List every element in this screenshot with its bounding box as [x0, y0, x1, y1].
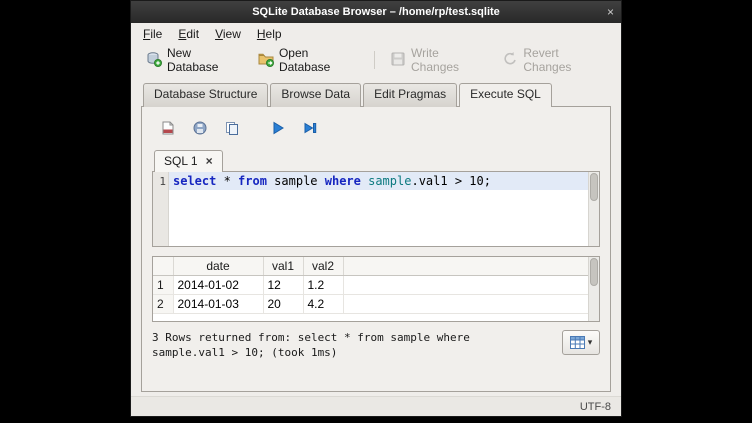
revert-changes-label: Revert Changes — [523, 46, 606, 74]
sql-token: where — [325, 174, 361, 188]
write-changes-button[interactable]: Write Changes — [383, 42, 493, 78]
execute-sql-button[interactable] — [266, 117, 290, 139]
save-sql-file-button[interactable] — [188, 117, 212, 139]
tab-label: Database Structure — [154, 87, 257, 101]
copy-button[interactable] — [220, 117, 244, 139]
revert-changes-button[interactable]: Revert Changes — [495, 42, 613, 78]
toolbar-separator — [374, 51, 375, 69]
sql-token: .val1 > 10; — [411, 174, 490, 188]
table-row[interactable]: 12014-01-02121.2 — [153, 276, 588, 295]
sql-token: * — [216, 174, 238, 188]
column-header-val1[interactable]: val1 — [263, 257, 303, 276]
execute-current-line-button[interactable] — [298, 117, 322, 139]
sql-toolbar — [152, 115, 600, 149]
titlebar[interactable]: SQLite Database Browser – /home/rp/test.… — [131, 1, 621, 23]
sql-tab-bar: SQL 1 × — [152, 149, 600, 171]
open-sql-file-icon — [160, 120, 176, 136]
tab-label: Execute SQL — [470, 87, 541, 101]
open-database-label: Open Database — [279, 46, 359, 74]
column-header-date[interactable]: date — [173, 257, 263, 276]
splitter[interactable] — [152, 247, 600, 256]
open-sql-file-button[interactable] — [156, 117, 180, 139]
results-grid[interactable]: dateval1val2 12014-01-02121.222014-01-03… — [152, 256, 600, 322]
sql-editor[interactable]: 1 select * from sample where sample.val1… — [152, 171, 600, 247]
close-window-icon[interactable]: × — [607, 1, 614, 23]
menubar: File Edit View Help — [131, 23, 621, 44]
results-header-row: dateval1val2 — [153, 257, 588, 276]
corner-header[interactable] — [153, 257, 173, 276]
tab-bar: Database Structure Browse Data Edit Prag… — [141, 82, 611, 106]
save-sql-file-icon — [192, 120, 208, 136]
column-header-val2[interactable]: val2 — [303, 257, 343, 276]
tab-label: Browse Data — [281, 87, 350, 101]
tab-edit-pragmas[interactable]: Edit Pragmas — [363, 83, 457, 107]
menu-edit[interactable]: Edit — [170, 25, 207, 43]
header-filler — [343, 257, 588, 276]
play-to-line-icon — [302, 120, 318, 136]
new-database-label: New Database — [167, 46, 242, 74]
row-number-cell[interactable]: 2 — [153, 295, 173, 314]
editor-scrollbar-thumb[interactable] — [590, 173, 598, 201]
cell-filler — [343, 276, 588, 295]
row-number-cell[interactable]: 1 — [153, 276, 173, 295]
table-cell[interactable]: 2014-01-03 — [173, 295, 263, 314]
statusbar: UTF-8 — [131, 396, 621, 416]
sql-token: sample — [267, 174, 325, 188]
chevron-down-icon: ▾ — [588, 337, 593, 348]
editor-scrollbar[interactable] — [588, 172, 599, 246]
main-area: Database Structure Browse Data Edit Prag… — [131, 76, 621, 396]
results-view-dropdown[interactable]: ▾ — [562, 330, 600, 355]
open-database-icon — [258, 51, 274, 70]
tab-execute-sql[interactable]: Execute SQL — [459, 83, 552, 107]
cell-filler — [343, 295, 588, 314]
table-cell[interactable]: 20 — [263, 295, 303, 314]
desktop-background: SQLite Database Browser – /home/rp/test.… — [0, 0, 752, 423]
main-toolbar: New Database Open Database — [131, 44, 621, 76]
results-scrollbar-thumb[interactable] — [590, 258, 598, 286]
table-cell[interactable]: 1.2 — [303, 276, 343, 295]
sql-tab[interactable]: SQL 1 × — [154, 150, 223, 172]
tab-label: Edit Pragmas — [374, 87, 446, 101]
write-changes-label: Write Changes — [411, 46, 486, 74]
close-tab-icon[interactable]: × — [206, 156, 213, 166]
new-database-icon — [146, 51, 162, 70]
sql-token: select — [173, 174, 216, 188]
query-status-message: 3 Rows returned from: select * from samp… — [152, 330, 540, 361]
window-title: SQLite Database Browser – /home/rp/test.… — [252, 6, 500, 18]
revert-changes-icon — [502, 51, 518, 70]
tab-database-structure[interactable]: Database Structure — [143, 83, 268, 107]
table-cell[interactable]: 4.2 — [303, 295, 343, 314]
sql-line[interactable]: select * from sample where sample.val1 >… — [169, 172, 599, 190]
line-number: 1 — [159, 175, 166, 188]
play-icon — [270, 120, 286, 136]
menu-file[interactable]: File — [135, 25, 170, 43]
editor-content[interactable]: select * from sample where sample.val1 >… — [169, 172, 599, 246]
table-cell[interactable]: 2014-01-02 — [173, 276, 263, 295]
execute-sql-panel: SQL 1 × 1 select * from sample where sam… — [141, 106, 611, 392]
results-table: dateval1val2 12014-01-02121.222014-01-03… — [153, 257, 588, 314]
write-changes-icon — [390, 51, 406, 70]
open-database-button[interactable]: Open Database — [251, 42, 366, 78]
table-cell[interactable]: 12 — [263, 276, 303, 295]
app-window: SQLite Database Browser – /home/rp/test.… — [130, 0, 622, 417]
results-scrollbar[interactable] — [588, 257, 599, 321]
sql-token: from — [238, 174, 267, 188]
sql-tab-label: SQL 1 — [164, 154, 198, 168]
tab-browse-data[interactable]: Browse Data — [270, 83, 361, 107]
table-row[interactable]: 22014-01-03204.2 — [153, 295, 588, 314]
table-icon — [570, 336, 585, 349]
menu-help[interactable]: Help — [249, 25, 290, 43]
line-number-gutter: 1 — [153, 172, 169, 246]
menu-view[interactable]: View — [207, 25, 249, 43]
new-database-button[interactable]: New Database — [139, 42, 249, 78]
encoding-label: UTF-8 — [580, 401, 611, 413]
copy-icon — [224, 120, 240, 136]
sql-token: sample — [368, 174, 411, 188]
